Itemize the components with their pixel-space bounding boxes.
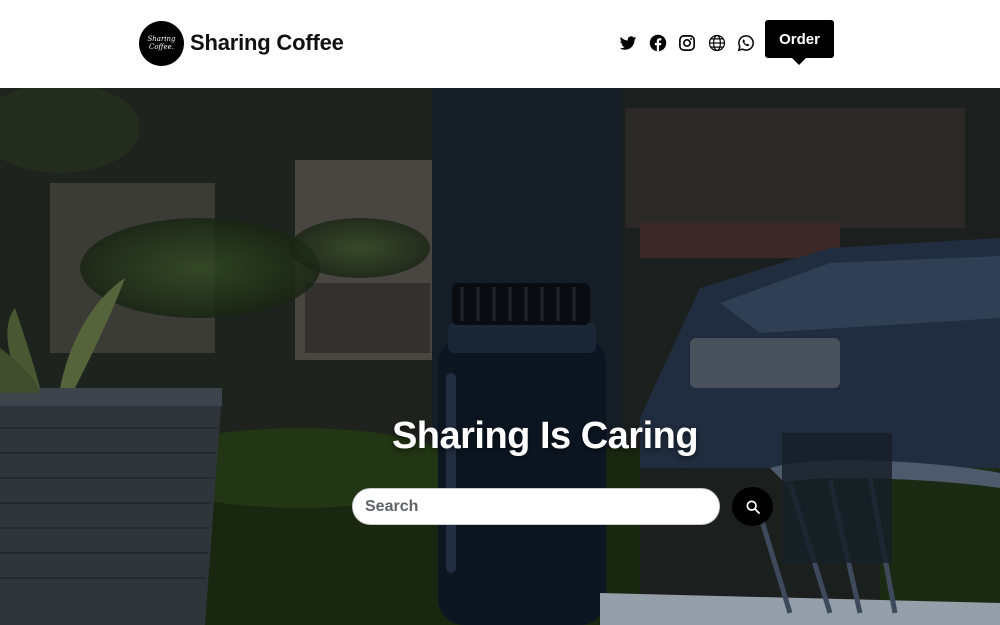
hero-section: Sharing Is Caring (0, 88, 1000, 625)
brand-name[interactable]: Sharing Coffee (190, 30, 344, 56)
logo-text-line2: Coffee. (148, 43, 175, 51)
instagram-icon[interactable] (677, 33, 697, 53)
search-icon (745, 499, 760, 514)
logo[interactable]: Sharing Coffee. (139, 20, 184, 66)
globe-icon[interactable] (707, 33, 727, 53)
search-button[interactable] (732, 487, 773, 526)
order-button[interactable]: Order (765, 20, 834, 58)
hero-title: Sharing Is Caring (391, 415, 699, 458)
whatsapp-icon[interactable] (736, 33, 756, 53)
search-input[interactable] (352, 488, 720, 525)
social-links (618, 33, 766, 53)
facebook-icon[interactable] (648, 33, 668, 53)
order-tooltip-arrow (792, 58, 806, 65)
site-header: Sharing Coffee. Sharing Coffee Order (0, 0, 1000, 88)
logo-text-line1: Sharing (147, 35, 176, 43)
twitter-icon[interactable] (618, 33, 638, 53)
brand[interactable]: Sharing Coffee. Sharing Coffee (139, 20, 344, 66)
hero-overlay (0, 88, 1000, 625)
